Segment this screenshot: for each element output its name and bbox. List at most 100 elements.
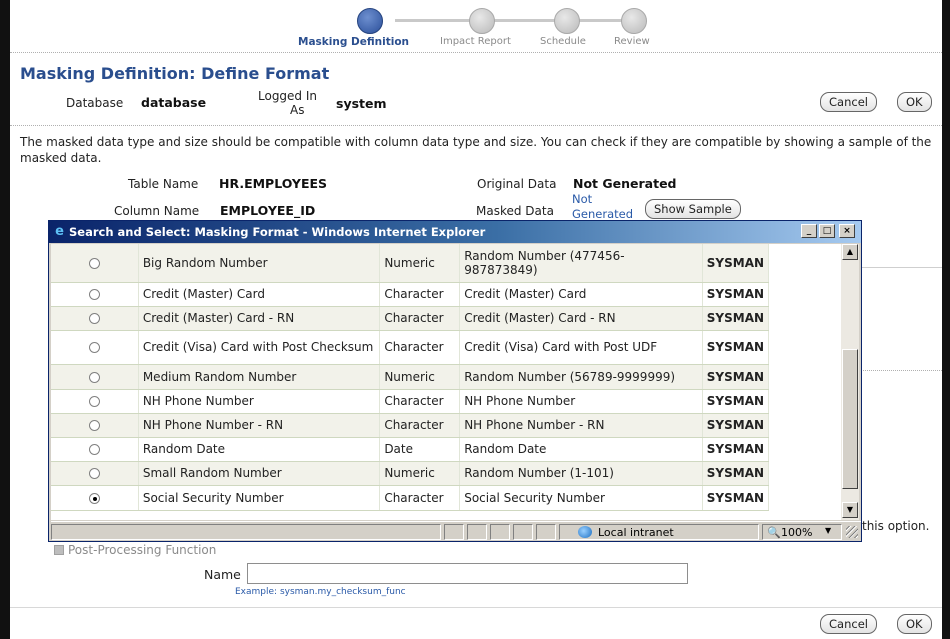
spacer-cell — [768, 306, 841, 330]
data-type-cell: Numeric — [379, 244, 461, 283]
popup-title: Search and Select: Masking Format - Wind… — [69, 225, 486, 239]
table-row[interactable]: NH Phone Number Character NH Phone Number S… — [51, 389, 841, 414]
data-type-cell: Numeric — [379, 364, 461, 390]
spacer-cell — [768, 461, 841, 485]
data-type-cell: Character — [379, 413, 461, 438]
table-row[interactable]: Credit (Visa) Card with Post Checksum Cha… — [51, 330, 841, 365]
train-connector — [395, 19, 645, 22]
table-row[interactable]: Social Security Number Character Social Se… — [51, 485, 841, 511]
column-name-label: Column Name — [114, 204, 200, 218]
vertical-scrollbar[interactable]: ▲ ▼ — [841, 244, 859, 520]
table-row[interactable]: Credit (Master) Card Character Credit (Mas… — [51, 282, 841, 307]
row-radio-button[interactable] — [88, 257, 100, 269]
train-step-schedule[interactable]: Schedule — [540, 36, 586, 47]
minimize-icon[interactable]: _ — [801, 224, 817, 238]
database-label: Database — [66, 96, 124, 110]
spacer-cell — [768, 282, 841, 306]
resize-grip-icon[interactable] — [846, 526, 858, 538]
row-radio-button[interactable] — [88, 396, 100, 407]
format-name-cell: Medium Random Number — [138, 364, 381, 390]
train-step-dot-masking-definition[interactable] — [357, 8, 383, 34]
popup-title-bar[interactable]: e Search and Select: Masking Format - Wi… — [49, 221, 861, 243]
train-step-review[interactable]: Review — [614, 36, 650, 47]
description-cell: Social Security Number — [459, 485, 703, 511]
row-select-cell — [51, 244, 139, 283]
internet-explorer-icon: e — [55, 224, 64, 239]
process-train: Masking Definition Impact Report Schedul… — [10, 0, 942, 50]
owner-cell: SYSMAN — [702, 364, 770, 390]
scroll-thumb[interactable] — [842, 349, 858, 489]
train-step-dot-review[interactable] — [621, 8, 647, 34]
table-name-value: HR.EMPLOYEES — [219, 176, 328, 191]
maximize-icon[interactable]: □ — [819, 224, 835, 238]
zoom-cell[interactable]: 🔍 100% ▼ — [762, 524, 842, 540]
train-step-dot-impact-report[interactable] — [469, 8, 495, 34]
status-text-cell — [51, 524, 441, 540]
train-step-masking-definition[interactable]: Masking Definition — [298, 36, 409, 48]
row-radio-button[interactable] — [88, 371, 100, 383]
owner-cell: SYSMAN — [702, 306, 770, 331]
row-select-cell — [51, 389, 139, 414]
cancel-button-top[interactable]: Cancel — [820, 92, 877, 112]
owner-cell: SYSMAN — [702, 485, 770, 511]
format-name-cell: NH Phone Number — [138, 389, 381, 414]
owner-cell: SYSMAN — [702, 244, 770, 283]
close-icon[interactable]: × — [839, 224, 855, 238]
row-select-cell — [51, 461, 139, 486]
row-select-cell — [51, 485, 139, 511]
cancel-button-bottom[interactable]: Cancel — [820, 614, 877, 634]
spacer-cell — [768, 485, 841, 510]
post-processing-checkbox[interactable] — [54, 545, 64, 555]
owner-cell: SYSMAN — [702, 282, 770, 307]
train-step-impact-report[interactable]: Impact Report — [440, 36, 511, 47]
format-name-cell: Credit (Master) Card - RN — [138, 306, 381, 331]
divider — [860, 370, 942, 371]
search-select-popup-window: e Search and Select: Masking Format - Wi… — [48, 220, 862, 542]
function-name-input[interactable] — [247, 563, 688, 584]
spacer-cell — [768, 437, 841, 461]
data-type-cell: Character — [379, 330, 461, 365]
divider — [860, 267, 942, 268]
example-hint: Example: sysman.my_checksum_func — [235, 587, 406, 597]
row-radio-button[interactable] — [88, 468, 100, 479]
table-row[interactable]: Credit (Master) Card - RN Character Credit… — [51, 306, 841, 331]
status-cell — [444, 524, 464, 540]
security-zone-cell[interactable]: Local intranet — [559, 524, 759, 540]
original-data-value: Not Generated — [573, 176, 677, 191]
data-type-cell: Date — [379, 437, 461, 462]
table-row[interactable]: Small Random Number Numeric Random Number … — [51, 461, 841, 486]
description-cell: Random Date — [459, 437, 703, 462]
row-radio-button[interactable] — [88, 313, 100, 324]
show-sample-button[interactable]: Show Sample — [645, 199, 741, 219]
row-select-cell — [51, 282, 139, 307]
format-name-cell: Social Security Number — [138, 485, 381, 511]
spacer-cell — [768, 364, 841, 389]
format-name-cell: Credit (Visa) Card with Post Checksum — [138, 330, 381, 365]
table-row[interactable]: NH Phone Number - RN Character NH Phone Nu… — [51, 413, 841, 438]
row-radio-button[interactable] — [88, 289, 100, 300]
table-row[interactable]: Medium Random Number Numeric Random Number… — [51, 364, 841, 390]
row-radio-button[interactable] — [88, 444, 100, 455]
zoom-dropdown-icon[interactable]: ▼ — [825, 526, 831, 535]
description-cell: NH Phone Number — [459, 389, 703, 414]
row-select-cell — [51, 330, 139, 365]
train-step-dot-schedule[interactable] — [554, 8, 580, 34]
table-row[interactable]: Random Date Date Random Date SYSMAN — [51, 437, 841, 462]
divider — [10, 607, 942, 608]
data-type-cell: Character — [379, 306, 461, 331]
description-cell: Credit (Visa) Card with Post UDF — [459, 330, 703, 365]
table-name-label: Table Name — [128, 177, 199, 191]
row-select-cell — [51, 364, 139, 390]
ok-button-top[interactable]: OK — [897, 92, 932, 112]
owner-cell: SYSMAN — [702, 413, 770, 438]
table-row[interactable]: Big Random Number Numeric Random Number (4… — [51, 244, 841, 283]
row-radio-button[interactable] — [88, 420, 100, 431]
row-radio-button[interactable] — [88, 492, 100, 504]
row-radio-button[interactable] — [88, 342, 100, 353]
scroll-up-icon[interactable]: ▲ — [842, 244, 858, 260]
instructions-text: The masked data type and size should be … — [20, 135, 932, 165]
scroll-down-icon[interactable]: ▼ — [842, 502, 858, 518]
ok-button-bottom[interactable]: OK — [897, 614, 932, 634]
row-select-cell — [51, 306, 139, 331]
status-bar: Local intranet 🔍 100% ▼ — [51, 521, 861, 541]
